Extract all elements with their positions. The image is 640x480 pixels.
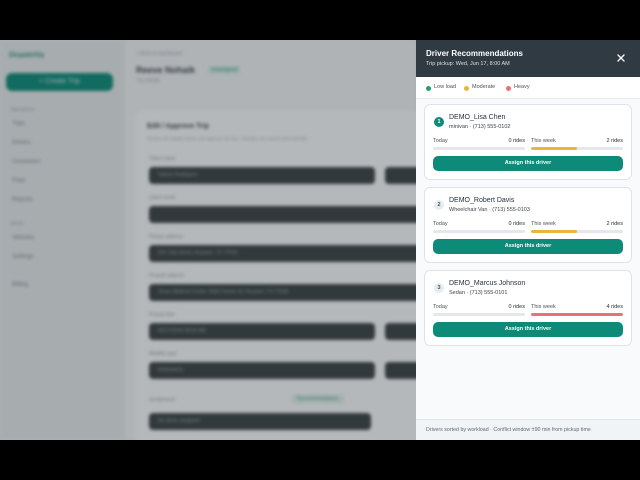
driver-vehicle-phone: Sedan · (713) 555-0101 xyxy=(449,290,508,296)
week-rides: 2 rides xyxy=(606,221,623,227)
heavy-dot-icon xyxy=(506,85,511,91)
today-rides: 0 rides xyxy=(508,221,525,227)
driver-name: DEMO_Marcus Johnson xyxy=(449,280,526,287)
week-workload-bar xyxy=(531,230,623,233)
trip-pickup-time: Trip pickup: Wed, Jun 17, 8:00 AM xyxy=(426,61,510,67)
close-button[interactable] xyxy=(612,49,630,67)
legend-label: Heavy xyxy=(514,84,530,90)
driver-recommendations-drawer: Driver Recommendations Trip pickup: Wed,… xyxy=(416,40,640,440)
week-workload-fill xyxy=(531,230,577,233)
driver-vehicle-phone: minivan · (713) 555-0102 xyxy=(449,124,511,130)
legend-label: Low load xyxy=(434,84,457,90)
drawer-footer: Drivers sorted by workload · Conflict wi… xyxy=(416,419,640,440)
today-rides: 0 rides xyxy=(508,138,525,144)
app-screen: Dispatchly + Create Trip Operations Trip… xyxy=(0,40,640,440)
rank-badge: 1 xyxy=(434,117,444,127)
driver-card: 3 DEMO_Marcus Johnson Sedan · (713) 555-… xyxy=(424,270,632,346)
week-workload-bar xyxy=(531,147,623,150)
assign-driver-button[interactable]: Assign this driver xyxy=(433,239,623,254)
today-rides: 0 rides xyxy=(508,304,525,310)
workload-legend: Low load Moderate Heavy xyxy=(416,77,640,99)
drawer-title: Driver Recommendations xyxy=(426,49,523,58)
week-label: This week xyxy=(531,221,556,227)
week-workload-fill xyxy=(531,313,623,316)
driver-card: 1 DEMO_Lisa Chen minivan · (713) 555-010… xyxy=(424,104,632,180)
today-label: Today xyxy=(433,304,448,310)
today-workload-bar xyxy=(433,313,525,316)
rank-badge: 2 xyxy=(434,200,444,210)
drawer-header: Driver Recommendations Trip pickup: Wed,… xyxy=(416,40,640,77)
legend-label: Moderate xyxy=(472,84,496,90)
week-rides: 4 rides xyxy=(606,304,623,310)
footer-note: Drivers sorted by workload · Conflict wi… xyxy=(426,427,591,433)
driver-name: DEMO_Robert Davis xyxy=(449,197,515,204)
today-workload-bar xyxy=(433,147,525,150)
week-label: This week xyxy=(531,304,556,310)
close-icon xyxy=(617,54,625,62)
moderate-dot-icon xyxy=(464,85,469,91)
driver-card: 2 DEMO_Robert Davis Wheelchair Van · (71… xyxy=(424,187,632,263)
today-label: Today xyxy=(433,221,448,227)
week-workload-bar xyxy=(531,313,623,316)
week-label: This week xyxy=(531,138,556,144)
rank-badge: 3 xyxy=(434,283,444,293)
week-rides: 2 rides xyxy=(606,138,623,144)
driver-vehicle-phone: Wheelchair Van · (713) 555-0103 xyxy=(449,207,530,213)
modal-backdrop[interactable] xyxy=(0,40,416,440)
driver-name: DEMO_Lisa Chen xyxy=(449,114,506,121)
week-workload-fill xyxy=(531,147,577,150)
today-workload-bar xyxy=(433,230,525,233)
assign-driver-button[interactable]: Assign this driver xyxy=(433,156,623,171)
low-load-dot-icon xyxy=(426,85,431,91)
today-label: Today xyxy=(433,138,448,144)
assign-driver-button[interactable]: Assign this driver xyxy=(433,322,623,337)
